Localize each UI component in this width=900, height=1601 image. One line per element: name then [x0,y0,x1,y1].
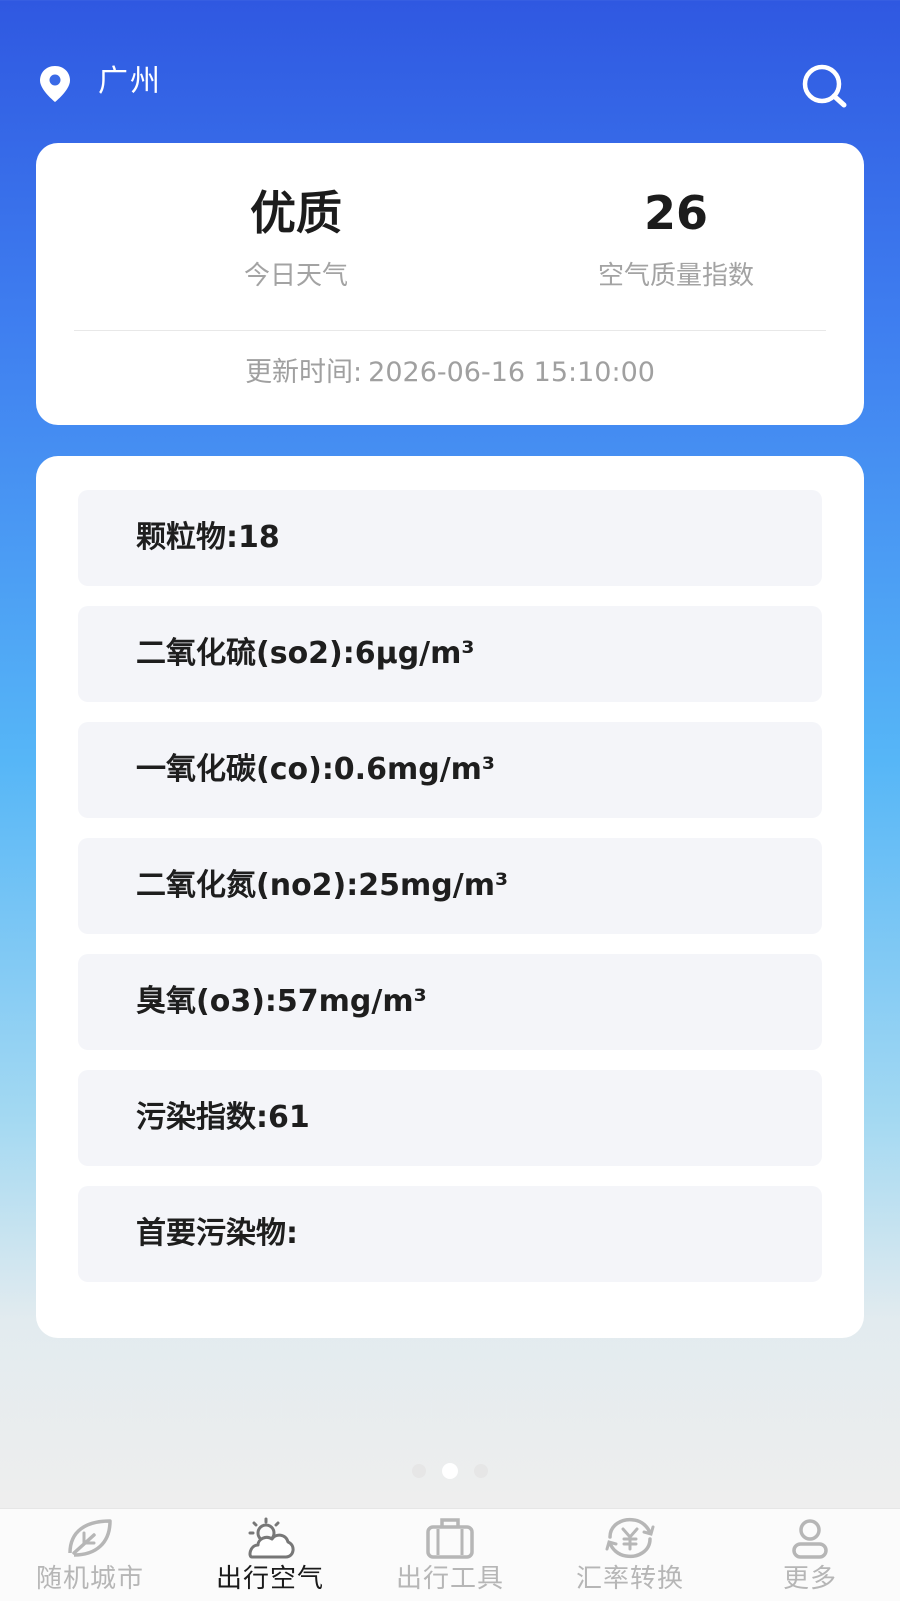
tab-label: 出行工具 [395,1564,504,1594]
user-icon [792,1519,828,1559]
pollution-index-row: 污染指数:61 [78,1070,822,1166]
top-bar: 广州 [0,52,900,112]
o3-row: 臭氧(o3):57mg/m³ [78,954,822,1050]
tab-travel-air[interactable]: 出行空气 [180,1509,360,1601]
weather-quality-label: 今日天气 [243,261,348,291]
aqi-label: 空气质量指数 [597,261,754,291]
update-time: 更新时间: 2026-06-16 15:10:00 [36,355,864,391]
air-quality-summary-card: 优质 今日天气 26 空气质量指数 更新时间: 2026-06-16 15:10:… [36,143,864,425]
city-name[interactable]: 广州 [98,62,162,102]
no2-row: 二氧化氮(no2):25mg/m³ [78,838,822,934]
currency-exchange-icon [605,1517,655,1559]
search-icon[interactable] [798,62,852,110]
so2-row: 二氧化硫(so2):6μg/m³ [78,606,822,702]
leaf-icon [68,1519,112,1557]
update-time-label: 更新时间: [245,357,363,388]
pm-row: 颗粒物:18 [78,490,822,586]
tab-label: 汇率转换 [575,1564,684,1594]
pollutant-details-card: 颗粒物:18 二氧化硫(so2):6μg/m³ 一氧化碳(co):0.6mg/m… [36,456,864,1338]
aqi-block: 26 空气质量指数 [526,183,826,293]
page-dot[interactable] [412,1463,426,1478]
weather-quality-block: 优质 今日天气 [146,183,446,293]
sun-cloud-icon [248,1517,295,1559]
tab-random-city[interactable]: 随机城市 [0,1509,180,1601]
page-indicator [0,1460,900,1479]
tab-more[interactable]: 更多 [720,1509,900,1601]
bottom-tab-bar: 随机城市 出行空气 出行工具 汇率转换 更多 [0,1508,900,1601]
page-dot-active[interactable] [442,1462,458,1479]
suitcase-icon [426,1518,474,1559]
summary-divider [74,330,826,331]
tab-label: 出行空气 [215,1564,324,1594]
tab-label: 更多 [782,1564,837,1594]
update-time-value: 2026-06-16 15:10:00 [368,357,655,388]
location-pin-icon [40,66,70,102]
tab-exchange-rate[interactable]: 汇率转换 [540,1509,720,1601]
tab-travel-tools[interactable]: 出行工具 [360,1509,540,1601]
tab-label: 随机城市 [35,1564,144,1594]
primary-pollutant-row: 首要污染物: [78,1186,822,1282]
page-dot[interactable] [474,1463,488,1478]
aqi-value: 26 [643,186,708,240]
co-row: 一氧化碳(co):0.6mg/m³ [78,722,822,818]
weather-quality-value: 优质 [250,186,342,240]
